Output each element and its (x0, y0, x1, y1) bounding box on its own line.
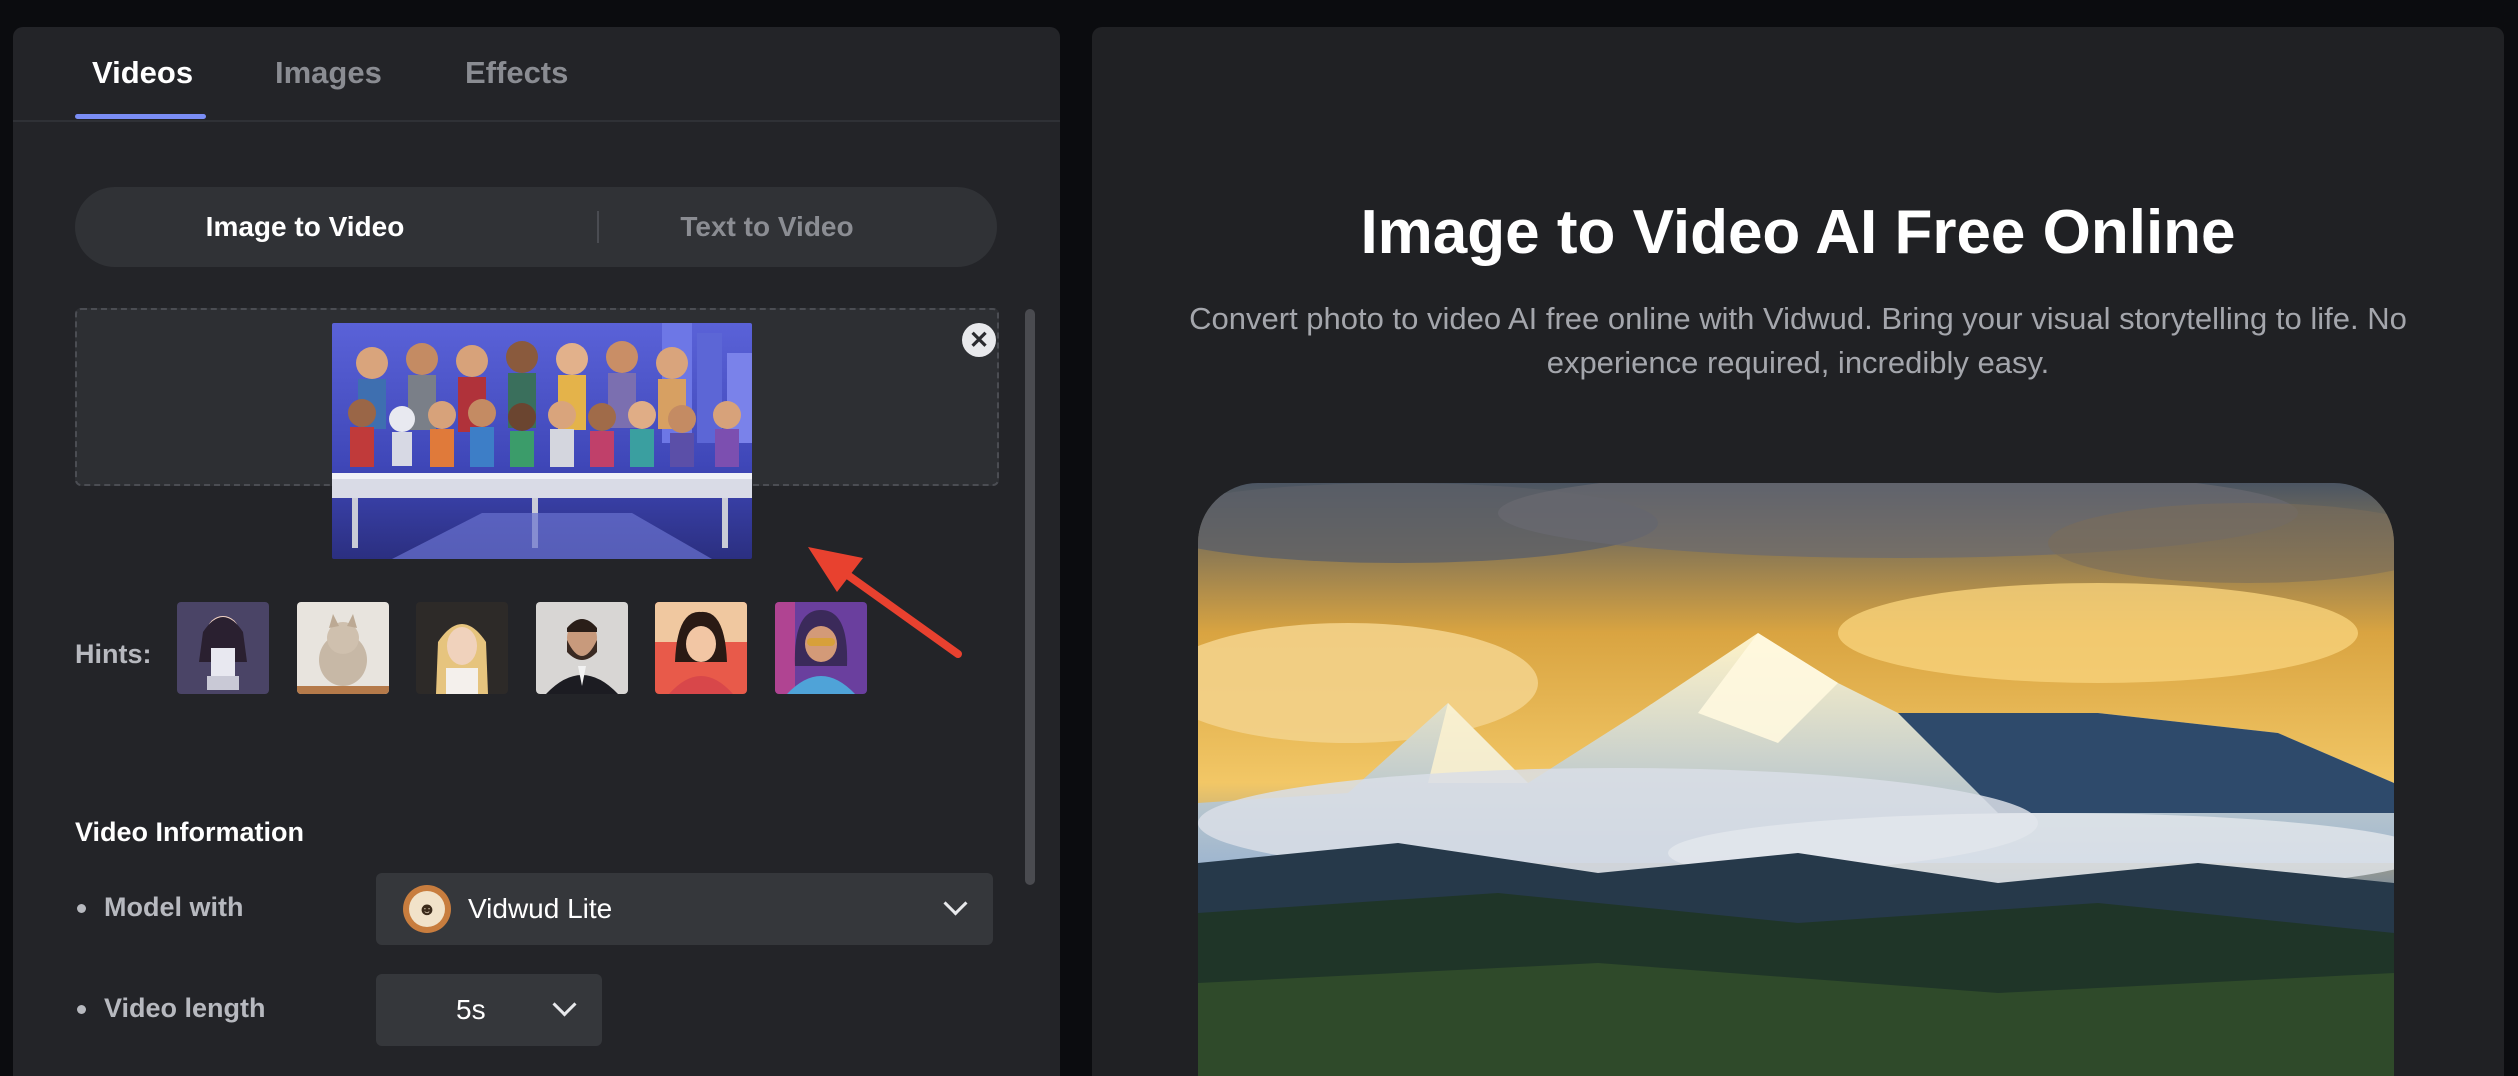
video-length-value: 5s (456, 994, 486, 1025)
hints-label: Hints: (75, 639, 152, 669)
mode-toggle: Image to Video Text to Video (75, 187, 997, 267)
text-to-video-button[interactable]: Text to Video (537, 187, 997, 267)
chevron-down-icon (552, 992, 577, 1017)
page: Videos Images Effects Image to Video Tex… (0, 0, 2518, 1076)
hero-mountain-image (1198, 483, 2394, 1076)
tab-videos[interactable]: Videos (92, 55, 193, 91)
hint-thumbnail-anime-girl[interactable] (177, 602, 269, 694)
model-label: Model with (104, 892, 244, 922)
generator-panel: Videos Images Effects Image to Video Tex… (13, 27, 1060, 1076)
page-description: Convert photo to video AI free online wi… (1189, 301, 2407, 380)
tab-bar: Videos Images Effects (13, 27, 1060, 122)
remove-image-button[interactable]: ✕ (962, 323, 996, 357)
uploaded-image-preview (332, 323, 752, 559)
hint-thumbnail-blonde-woman[interactable] (416, 602, 508, 694)
panel-scrollbar[interactable] (1025, 309, 1035, 885)
active-tab-indicator (75, 114, 206, 119)
chevron-down-icon (943, 891, 968, 916)
bullet-icon (77, 1005, 86, 1014)
tab-effects[interactable]: Effects (465, 55, 568, 91)
hero-panel: Image to Video AI Free Online Convert ph… (1092, 27, 2504, 1076)
model-select[interactable]: ☻ Vidwud Lite (376, 873, 993, 945)
page-title: Image to Video AI Free Online (1360, 198, 2236, 267)
image-to-video-button[interactable]: Image to Video (75, 187, 535, 267)
hint-thumbnail-retro-woman[interactable] (655, 602, 747, 694)
video-information-title: Video Information (75, 817, 305, 847)
hint-thumbnail-cartoon-girl[interactable] (775, 602, 867, 694)
hint-thumbnail-cat[interactable] (297, 602, 389, 694)
model-select-value: Vidwud Lite (468, 893, 613, 924)
tab-images[interactable]: Images (275, 55, 382, 91)
bullet-icon (77, 904, 86, 913)
vidwud-logo-icon: ☻ (403, 885, 451, 933)
video-length-label: Video length (104, 993, 266, 1023)
close-icon: ✕ (968, 326, 990, 354)
hint-thumbnail-bearded-man[interactable] (536, 602, 628, 694)
video-length-select[interactable]: 5s (376, 974, 602, 1046)
image-upload-area[interactable]: ✕ (75, 308, 999, 559)
